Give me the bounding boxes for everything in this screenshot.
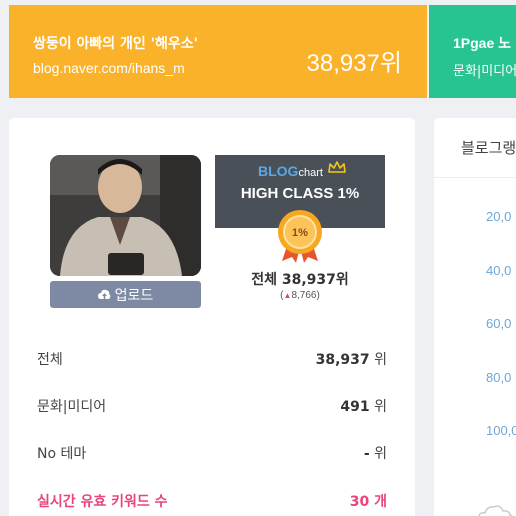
category-banner-subtitle: 문화|미디어 <box>453 64 516 79</box>
blog-url: blog.naver.com/ihans_m <box>33 60 185 76</box>
crown-icon <box>328 161 346 173</box>
stat-row-overall: 전체 38,937 위 <box>37 352 387 368</box>
profile-photo <box>50 155 201 276</box>
y-tick-label: 60,0 <box>486 316 512 331</box>
total-rank: 전체 38,937위 <box>251 272 349 288</box>
cloud-icon <box>478 505 513 516</box>
profile-card: 업로드 BLOGchart HIGH CLASS 1% 1% 전체 38,937… <box>9 118 415 516</box>
blog-title: 쌍둥이 아빠의 개인 '해우소' <box>33 36 198 52</box>
divider <box>434 177 516 178</box>
stat-row-theme: No 테마 - 위 <box>37 446 387 462</box>
chart-title: 블로그랭 <box>461 139 516 157</box>
y-tick-label: 100,0 <box>486 423 516 438</box>
rank-change: (▲8,766) <box>280 290 320 301</box>
blogchart-logo: BLOGchart <box>258 163 323 179</box>
y-tick-label: 80,0 <box>486 370 512 385</box>
y-tick-label: 20,0 <box>486 209 512 224</box>
category-banner-title: 1Pgae 노 <box>453 35 512 51</box>
y-tick-label: 40,0 <box>486 263 512 278</box>
category-banner[interactable]: 1Pgae 노 문화|미디어 <box>429 5 516 98</box>
upload-button[interactable]: 업로드 <box>50 281 201 308</box>
grade-label: HIGH CLASS 1% <box>240 185 360 202</box>
blog-banner[interactable]: 쌍둥이 아빠의 개인 '해우소' blog.naver.com/ihans_m … <box>9 5 427 98</box>
upload-label: 업로드 <box>114 287 154 304</box>
medal-icon: 1% <box>278 210 322 263</box>
blog-rank-chart-card: 블로그랭 20,0 40,0 60,0 80,0 100,0 <box>434 118 516 516</box>
stat-row-keywords[interactable]: 실시간 유효 키워드 수 30 개 <box>37 491 387 511</box>
svg-text:1%: 1% <box>292 227 308 239</box>
stat-row-category: 문화|미디어 491 위 <box>37 399 387 415</box>
blog-rank: 38,937위 <box>306 50 403 77</box>
cloud-upload-icon <box>97 289 111 299</box>
